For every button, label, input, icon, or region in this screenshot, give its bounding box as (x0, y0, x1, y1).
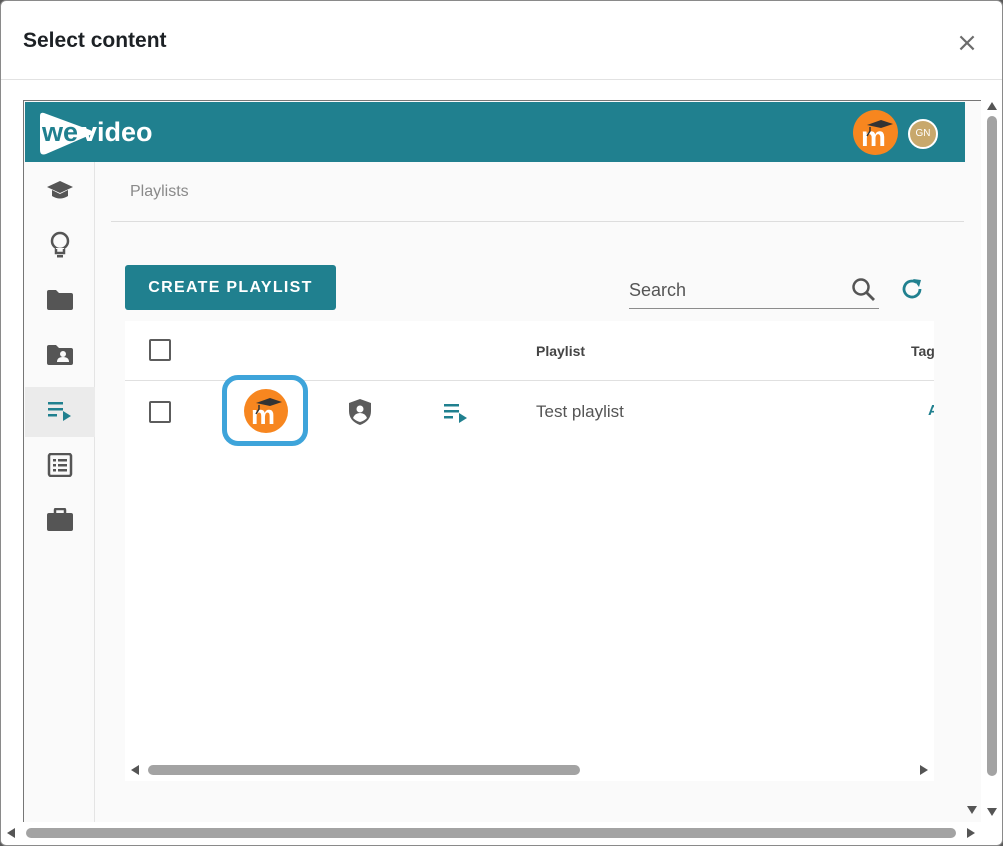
select-content-dialog: Select content × we video m GN Playlists… (0, 0, 1003, 846)
svg-text:video: video (82, 117, 153, 147)
sidebar (25, 162, 95, 822)
vertical-scroll-thumb[interactable] (987, 116, 997, 776)
dialog-title: Select content (23, 29, 167, 52)
sidebar-item-portfolio[interactable] (25, 497, 95, 547)
graduation-cap-icon (46, 179, 74, 206)
moodle-share-button[interactable]: m (222, 375, 308, 446)
briefcase-icon (46, 507, 74, 537)
folder-icon (46, 289, 74, 316)
dialog-vertical-scrollbar[interactable] (984, 100, 1002, 822)
sidebar-item-folders[interactable] (25, 277, 95, 327)
search-icon[interactable] (851, 277, 877, 303)
divider (111, 221, 964, 222)
column-header-tag: Tag (911, 343, 934, 359)
close-button[interactable]: × (956, 30, 978, 56)
dialog-horizontal-scrollbar[interactable] (1, 823, 984, 843)
moodle-icon: m (244, 389, 288, 433)
horizontal-scroll-thumb[interactable] (26, 828, 956, 838)
refresh-icon[interactable] (900, 277, 924, 301)
sidebar-item-lists[interactable] (25, 442, 95, 492)
sidebar-item-ideas[interactable] (25, 222, 95, 272)
dialog-header: Select content × (1, 1, 1002, 80)
frame-scroll-down-arrow-icon[interactable] (967, 806, 977, 814)
playlist-icon (46, 399, 74, 426)
breadcrumb: Playlists (130, 183, 189, 200)
playlist-table: Playlist Tag m Test playlist (125, 321, 934, 759)
playlist-type-icon (442, 401, 470, 428)
sidebar-item-playlists[interactable] (25, 387, 95, 437)
tag-cell[interactable]: A (928, 402, 934, 419)
table-row[interactable]: m Test playlist A (125, 375, 934, 446)
shield-user-icon[interactable] (348, 398, 372, 431)
playlist-name[interactable]: Test playlist (536, 402, 624, 422)
search-field (629, 273, 879, 309)
shared-folder-icon (46, 344, 74, 371)
sidebar-item-shared[interactable] (25, 332, 95, 382)
table-scroll-thumb[interactable] (148, 765, 580, 775)
user-avatar[interactable]: GN (908, 119, 938, 149)
search-input[interactable] (629, 273, 839, 307)
scroll-right-arrow-icon[interactable] (920, 765, 928, 775)
column-header-playlist: Playlist (536, 343, 586, 359)
moodle-avatar-icon[interactable]: m (853, 110, 898, 155)
table-header: Playlist Tag (125, 321, 934, 381)
scroll-down-arrow-icon[interactable] (987, 808, 997, 816)
select-all-checkbox[interactable] (149, 339, 171, 361)
sidebar-item-courses[interactable] (25, 167, 95, 217)
app-topbar: we video m GN (25, 102, 965, 162)
list-icon (47, 452, 73, 482)
svg-text:we: we (41, 117, 78, 147)
table-horizontal-scrollbar[interactable] (125, 759, 934, 781)
embedded-app-frame: we video m GN Playlists CREATE PLAYLIST … (23, 100, 981, 822)
wevideo-logo[interactable]: we video (38, 110, 178, 156)
scroll-up-arrow-icon[interactable] (987, 102, 997, 110)
hscroll-left-arrow-icon[interactable] (7, 828, 15, 838)
hscroll-right-arrow-icon[interactable] (967, 828, 975, 838)
row-checkbox[interactable] (149, 401, 171, 423)
create-playlist-button[interactable]: CREATE PLAYLIST (125, 265, 336, 310)
lightbulb-icon (50, 231, 70, 264)
scroll-left-arrow-icon[interactable] (131, 765, 139, 775)
